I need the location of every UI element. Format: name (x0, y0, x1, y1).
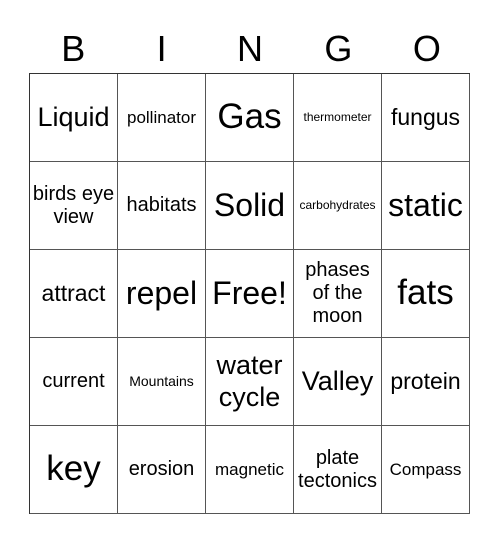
bingo-cell[interactable]: water cycle (206, 338, 294, 426)
bingo-cell[interactable]: habitats (118, 162, 206, 250)
bingo-cell[interactable]: protein (382, 338, 470, 426)
bingo-cell[interactable]: Mountains (118, 338, 206, 426)
bingo-cell[interactable]: birds eye view (30, 162, 118, 250)
free-space[interactable]: Free! (206, 250, 294, 338)
bingo-cell[interactable]: current (30, 338, 118, 426)
bingo-cell[interactable]: Solid (206, 162, 294, 250)
header-letter-n: N (237, 28, 264, 69)
bingo-cell[interactable]: magnetic (206, 426, 294, 514)
header-letter-o: O (412, 28, 441, 69)
bingo-cell[interactable]: thermometer (294, 74, 382, 162)
bingo-cell[interactable]: Liquid (30, 74, 118, 162)
header-letter-g: G (324, 28, 353, 69)
bingo-cell[interactable]: phases of the moon (294, 250, 382, 338)
bingo-cell[interactable]: erosion (118, 426, 206, 514)
bingo-cell[interactable]: Gas (206, 74, 294, 162)
bingo-cell[interactable]: fungus (382, 74, 470, 162)
bingo-cell[interactable]: key (30, 426, 118, 514)
bingo-grid: Liquid pollinator Gas thermometer fungus… (29, 73, 470, 514)
bingo-cell[interactable]: attract (30, 250, 118, 338)
bingo-cell[interactable]: Valley (294, 338, 382, 426)
bingo-cell[interactable]: repel (118, 250, 206, 338)
header-letter-b: B (61, 28, 86, 69)
header-letter-i: I (156, 28, 167, 69)
bingo-cell[interactable]: pollinator (118, 74, 206, 162)
bingo-cell[interactable]: Compass (382, 426, 470, 514)
bingo-header: B I N G O (29, 26, 471, 72)
bingo-cell[interactable]: plate tectonics (294, 426, 382, 514)
bingo-cell[interactable]: fats (382, 250, 470, 338)
bingo-cell[interactable]: static (382, 162, 470, 250)
bingo-cell[interactable]: carbohydrates (294, 162, 382, 250)
